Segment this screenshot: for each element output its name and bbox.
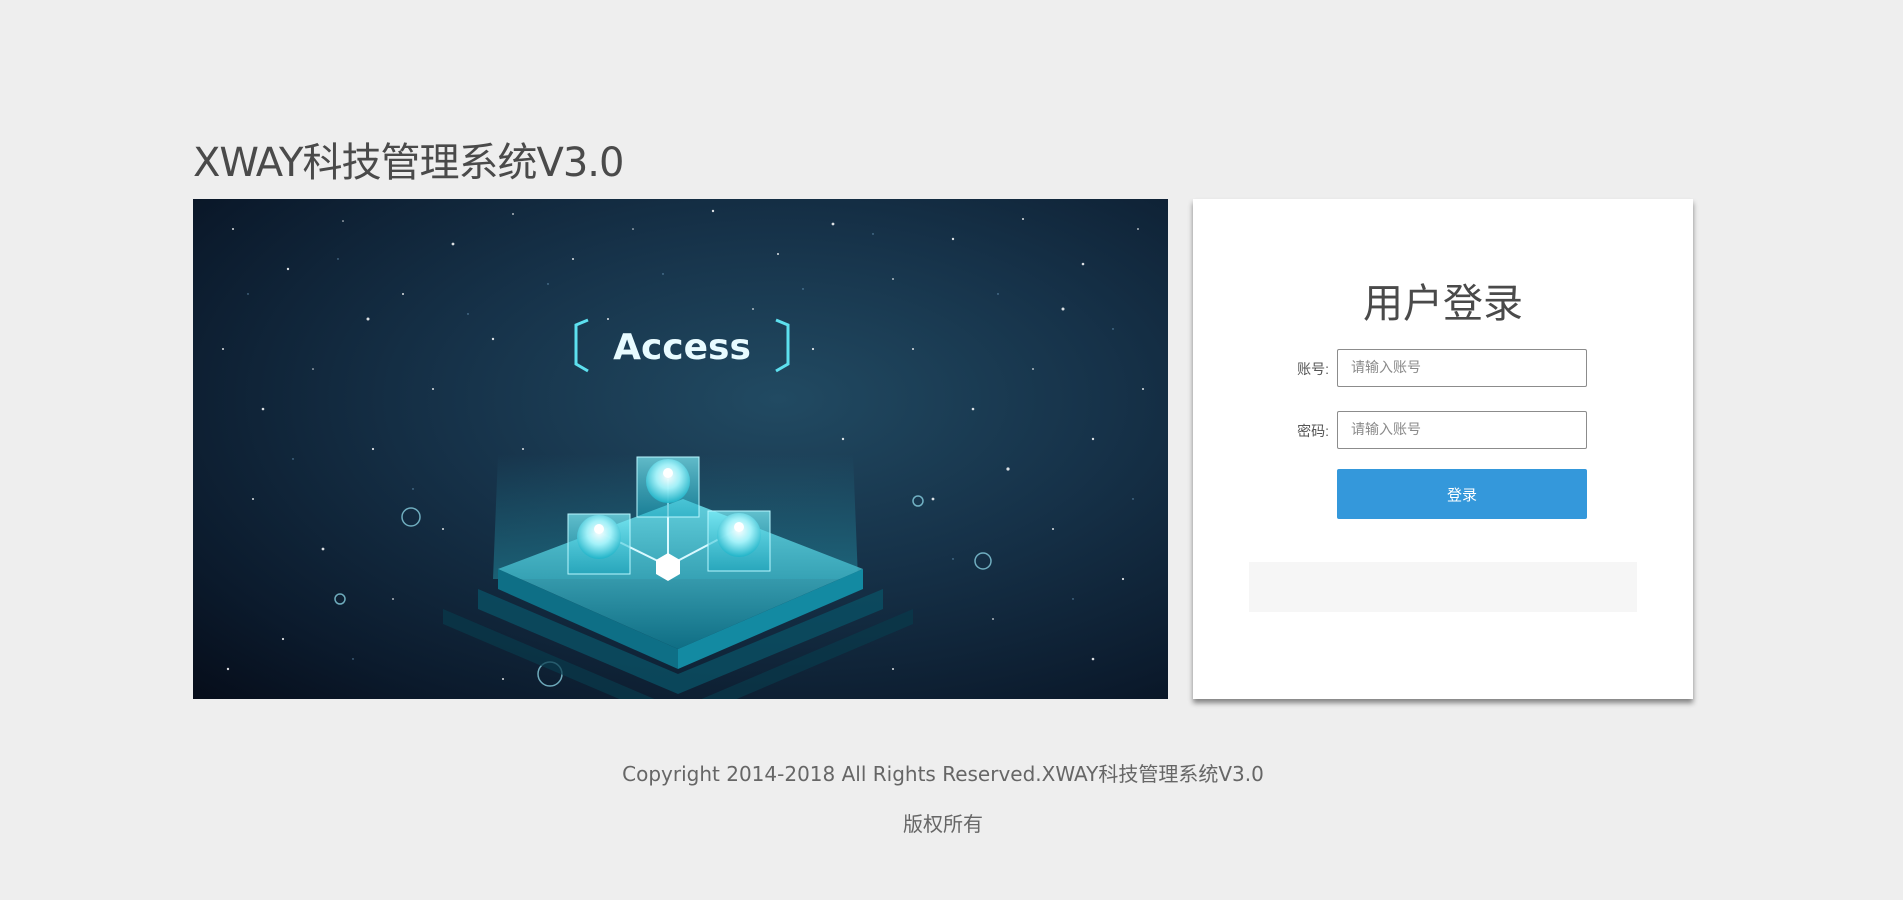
account-label: 账号: — [1297, 361, 1329, 377]
login-title: 用户登录 — [1363, 281, 1523, 327]
password-row: 密码: — [1193, 411, 1693, 449]
hero-banner-image: Access — [193, 199, 1168, 699]
app-title: XWAY科技管理系统V3.0 — [193, 140, 624, 186]
rights-reserved-text: 版权所有 — [903, 812, 983, 836]
password-input[interactable] — [1337, 411, 1587, 449]
message-area — [1249, 562, 1637, 612]
banner-caption: Access — [613, 327, 751, 368]
copyright-text: Copyright 2014-2018 All Rights Reserved.… — [622, 762, 1264, 786]
login-button[interactable]: 登录 — [1337, 469, 1587, 519]
login-panel: 用户登录 账号: 密码: 登录 — [1193, 199, 1693, 699]
account-row: 账号: — [1193, 349, 1693, 387]
account-input[interactable] — [1337, 349, 1587, 387]
password-label: 密码: — [1297, 423, 1329, 439]
